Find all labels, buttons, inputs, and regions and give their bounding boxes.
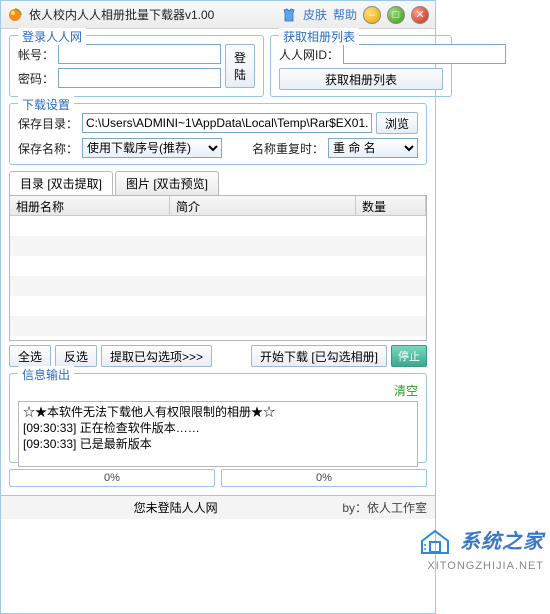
- password-input[interactable]: [58, 68, 221, 88]
- password-label: 密码：: [18, 70, 54, 87]
- titlebar: 依人校内人人相册批量下载器v1.00 皮肤 帮助 – □ ✕: [1, 1, 435, 29]
- progress-row: 0% 0%: [9, 469, 427, 487]
- invert-selection-button[interactable]: 反选: [55, 345, 97, 367]
- tabs: 目录 [双击提取] 图片 [双击预览]: [9, 171, 427, 195]
- progress-bar-1: 0%: [9, 469, 215, 487]
- close-button[interactable]: ✕: [411, 6, 429, 24]
- log-line: ☆★本软件无法下载他人有权限限制的相册★☆: [23, 404, 413, 420]
- main-window: 依人校内人人相册批量下载器v1.00 皮肤 帮助 – □ ✕ 登录人人网 帐号：: [0, 0, 436, 614]
- save-dir-label: 保存目录：: [18, 115, 78, 132]
- fetch-list-button[interactable]: 获取相册列表: [279, 68, 443, 90]
- extract-checked-button[interactable]: 提取已勾选项>>>: [101, 345, 212, 367]
- fetch-group: 获取相册列表 人人网ID： 获取相册列表: [270, 35, 452, 97]
- log-line: [09:30:33] 已是最新版本: [23, 436, 413, 452]
- login-legend: 登录人人网: [18, 28, 86, 45]
- skin-button[interactable]: 皮肤: [303, 6, 327, 23]
- skin-icon[interactable]: [281, 7, 297, 23]
- minimize-button[interactable]: –: [363, 6, 381, 24]
- window-title: 依人校内人人相册批量下载器v1.00: [29, 6, 277, 23]
- rename-label: 名称重复时：: [252, 140, 324, 157]
- browse-button[interactable]: 浏览: [376, 112, 418, 134]
- save-dir-input[interactable]: [82, 113, 372, 133]
- col-album-name[interactable]: 相册名称: [10, 196, 170, 215]
- save-name-label: 保存名称：: [18, 140, 78, 157]
- statusbar: 您未登陆人人网 by：依人工作室: [1, 495, 435, 519]
- log-legend: 信息输出: [18, 366, 74, 383]
- save-name-select[interactable]: 使用下载序号(推荐): [82, 138, 222, 158]
- renrenid-input[interactable]: [343, 44, 506, 64]
- app-icon: [7, 7, 23, 23]
- progress-2-text: 0%: [222, 470, 426, 486]
- listview-body[interactable]: [10, 216, 426, 340]
- album-listview[interactable]: 相册名称 简介 数量: [9, 195, 427, 341]
- select-all-button[interactable]: 全选: [9, 345, 51, 367]
- login-button[interactable]: 登陆: [225, 44, 255, 88]
- stop-button[interactable]: 停止: [391, 345, 427, 367]
- listview-header: 相册名称 简介 数量: [10, 196, 426, 216]
- col-count[interactable]: 数量: [356, 196, 426, 215]
- tab-directory[interactable]: 目录 [双击提取]: [9, 171, 113, 195]
- action-row: 全选 反选 提取已勾选项>>> 开始下载 [已勾选相册] 停止: [9, 345, 427, 367]
- help-button[interactable]: 帮助: [333, 6, 357, 23]
- col-description[interactable]: 简介: [170, 196, 356, 215]
- account-input[interactable]: [58, 44, 221, 64]
- clear-log-button[interactable]: 清空: [394, 382, 418, 399]
- maximize-button[interactable]: □: [387, 6, 405, 24]
- status-left: 您未登陆人人网: [9, 499, 342, 516]
- login-group: 登录人人网 帐号： 密码： 登陆: [9, 35, 264, 97]
- watermark-text: 系统之家: [460, 531, 544, 553]
- renrenid-label: 人人网ID：: [279, 46, 339, 63]
- download-settings-group: 下载设置 保存目录： 浏览 保存名称： 使用下载序号(推荐) 名称重复时： 重 …: [9, 103, 427, 165]
- download-settings-legend: 下载设置: [18, 96, 74, 113]
- tab-images[interactable]: 图片 [双击预览]: [115, 171, 219, 195]
- progress-bar-2: 0%: [221, 469, 427, 487]
- content-area: 登录人人网 帐号： 密码： 登陆: [1, 29, 435, 495]
- log-group: 信息输出 清空 ☆★本软件无法下载他人有权限限制的相册★☆ [09:30:33]…: [9, 373, 427, 463]
- watermark: 系统之家 XITONGZHIJIA.NET: [418, 525, 544, 572]
- watermark-url: XITONGZHIJIA.NET: [418, 560, 544, 572]
- status-right: by：依人工作室: [342, 499, 427, 516]
- log-line: [09:30:33] 正在检查软件版本……: [23, 420, 413, 436]
- account-label: 帐号：: [18, 46, 54, 63]
- log-textarea[interactable]: ☆★本软件无法下载他人有权限限制的相册★☆ [09:30:33] 正在检查软件版…: [18, 401, 418, 467]
- start-download-button[interactable]: 开始下载 [已勾选相册]: [251, 345, 387, 367]
- rename-select[interactable]: 重 命 名: [328, 138, 418, 158]
- progress-1-text: 0%: [10, 470, 214, 486]
- fetch-legend: 获取相册列表: [279, 28, 359, 45]
